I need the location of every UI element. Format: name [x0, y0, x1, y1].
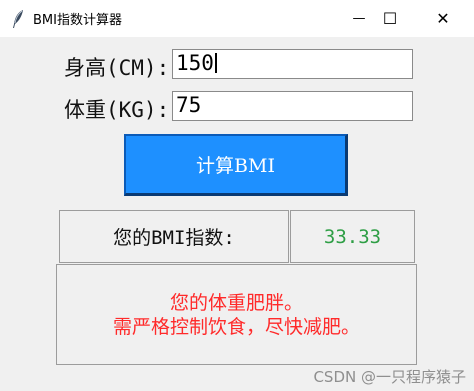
title-bar[interactable]: BMI指数计算器 — ☐ ✕	[0, 0, 474, 37]
minimize-icon: —	[352, 11, 366, 26]
calculate-bmi-button[interactable]: 计算BMI	[124, 134, 348, 196]
advice-line-1: 您的体重肥胖。	[169, 291, 303, 314]
feather-icon	[13, 10, 23, 28]
maximize-icon: ☐	[382, 9, 398, 28]
bmi-result-label-text: 您的BMI指数:	[113, 227, 235, 249]
weight-label: 体重(KG):	[64, 98, 170, 122]
weight-input[interactable]: 75	[172, 91, 413, 121]
bmi-result-value-text: 33.33	[323, 225, 382, 248]
height-input-value: 150	[176, 51, 214, 75]
health-advice-box: 您的体重肥胖。 需严格控制饮食，尽快减肥。	[56, 264, 417, 365]
weight-input-value: 75	[176, 93, 202, 117]
calculate-bmi-button-label: 计算BMI	[196, 155, 275, 177]
close-button[interactable]: ✕	[420, 0, 466, 37]
height-input[interactable]: 150	[172, 49, 413, 79]
height-label: 身高(CM):	[64, 56, 170, 80]
advice-line-2: 需严格控制饮食，尽快减肥。	[112, 315, 360, 338]
csdn-watermark: CSDN @一只程序猿子	[313, 368, 466, 386]
maximize-button[interactable]: ☐	[367, 0, 413, 37]
text-caret	[214, 53, 217, 73]
bmi-result-value: 33.33	[290, 210, 415, 263]
window-title: BMI指数计算器	[33, 13, 122, 28]
bmi-result-label: 您的BMI指数:	[59, 210, 289, 263]
close-icon: ✕	[436, 9, 450, 28]
